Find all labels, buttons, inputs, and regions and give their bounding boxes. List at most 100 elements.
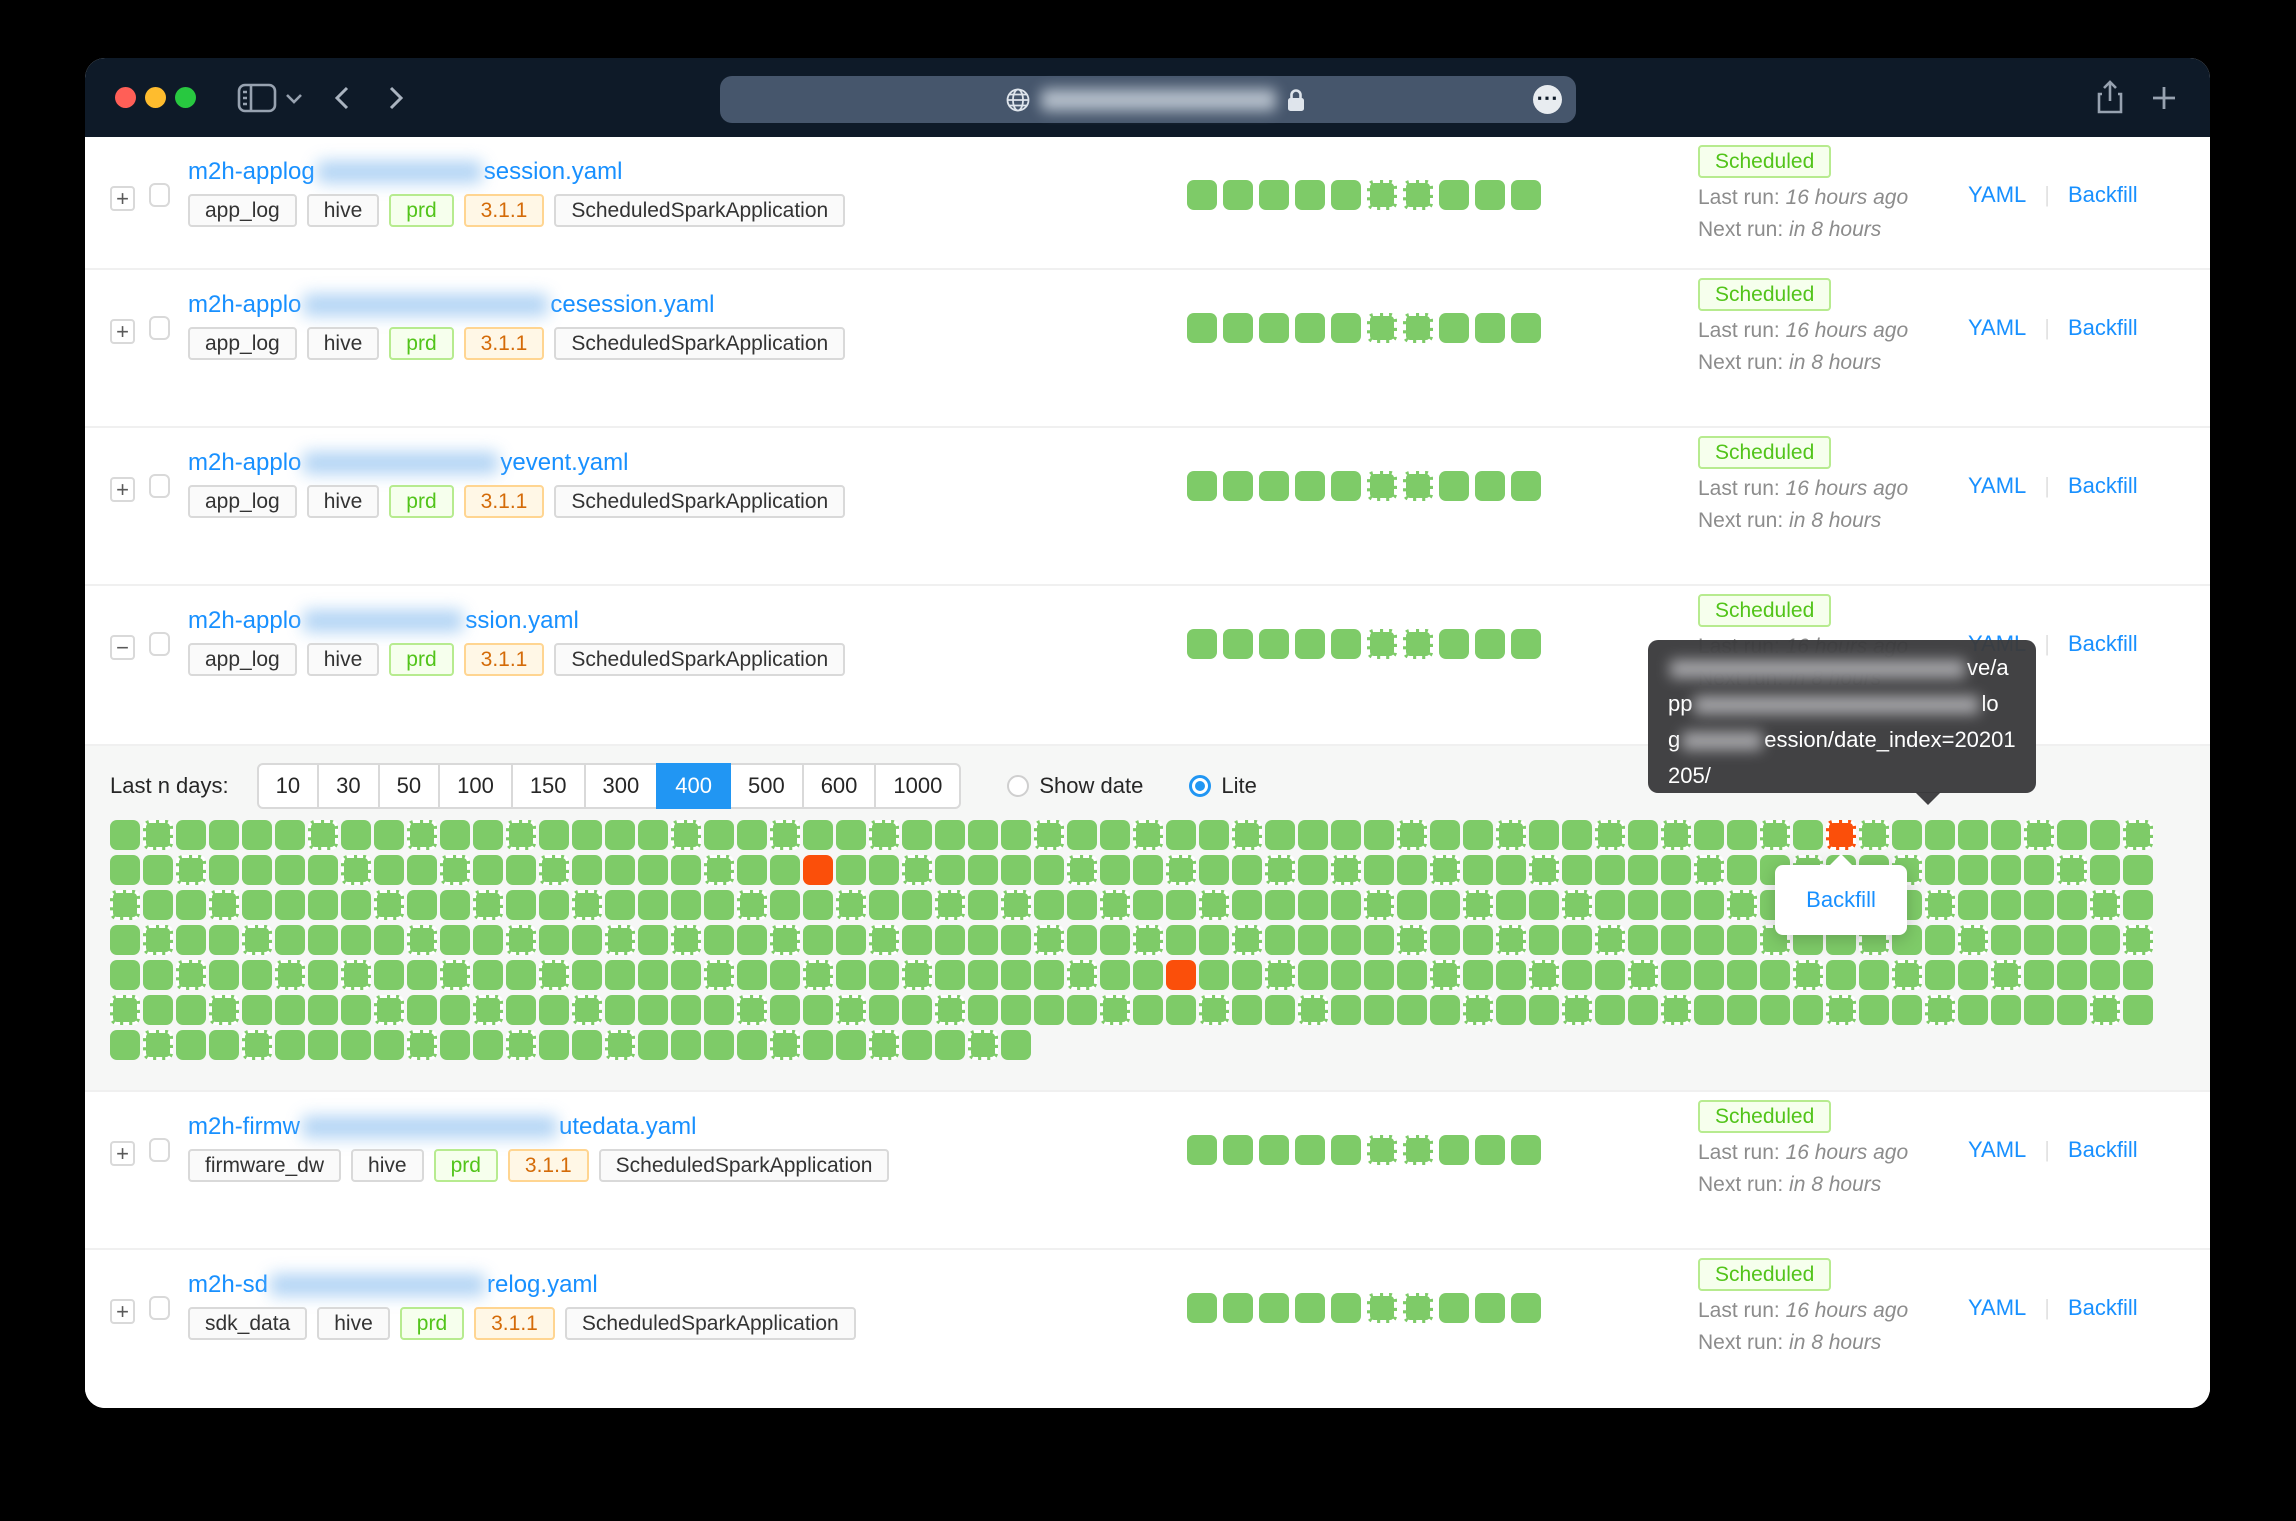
day-cell[interactable] xyxy=(209,820,239,850)
expand-toggle-button[interactable]: − xyxy=(110,635,135,660)
day-cell[interactable] xyxy=(1331,995,1361,1025)
day-cell[interactable] xyxy=(506,820,536,850)
day-cell[interactable] xyxy=(473,855,503,885)
radio-show-date[interactable]: Show date xyxy=(1007,773,1143,799)
day-cell[interactable] xyxy=(1661,995,1691,1025)
day-cell[interactable] xyxy=(1595,820,1625,850)
mini-day-cell[interactable] xyxy=(1439,471,1469,501)
mini-day-cell[interactable] xyxy=(1475,471,1505,501)
day-cell[interactable] xyxy=(539,960,569,990)
day-cell[interactable] xyxy=(209,995,239,1025)
mini-day-cell[interactable] xyxy=(1475,629,1505,659)
day-cell[interactable] xyxy=(1166,995,1196,1025)
day-cell[interactable] xyxy=(2090,995,2120,1025)
day-cell[interactable] xyxy=(1364,995,1394,1025)
day-cell[interactable] xyxy=(1859,995,1889,1025)
day-cell[interactable] xyxy=(803,1030,833,1060)
day-cell[interactable] xyxy=(1793,820,1823,850)
day-cell[interactable] xyxy=(1100,820,1130,850)
day-cell[interactable] xyxy=(1067,995,1097,1025)
day-cell[interactable] xyxy=(1925,890,1955,920)
day-cell[interactable] xyxy=(1199,925,1229,955)
day-cell[interactable] xyxy=(572,855,602,885)
yaml-link[interactable]: YAML xyxy=(1968,182,2026,208)
day-cell[interactable] xyxy=(1001,925,1031,955)
day-range-button-10[interactable]: 10 xyxy=(257,763,319,809)
day-cell[interactable] xyxy=(1133,820,1163,850)
new-tab-icon[interactable] xyxy=(2151,58,2177,137)
day-cell[interactable] xyxy=(1364,925,1394,955)
day-cell-failed[interactable] xyxy=(803,855,833,885)
day-cell[interactable] xyxy=(407,960,437,990)
day-cell[interactable] xyxy=(1694,960,1724,990)
day-cell[interactable] xyxy=(935,995,965,1025)
day-cell[interactable] xyxy=(869,820,899,850)
day-cell[interactable] xyxy=(1331,820,1361,850)
day-cell[interactable] xyxy=(110,890,140,920)
day-cell[interactable] xyxy=(1496,820,1526,850)
day-cell[interactable] xyxy=(2057,855,2087,885)
day-cell[interactable] xyxy=(110,960,140,990)
day-cell[interactable] xyxy=(605,855,635,885)
day-cell[interactable] xyxy=(770,820,800,850)
day-cell[interactable] xyxy=(275,925,305,955)
day-cell[interactable] xyxy=(374,820,404,850)
day-cell[interactable] xyxy=(1496,925,1526,955)
day-cell[interactable] xyxy=(407,855,437,885)
day-cell[interactable] xyxy=(1760,960,1790,990)
mini-day-cell[interactable] xyxy=(1295,180,1325,210)
day-cell[interactable] xyxy=(836,1030,866,1060)
day-cell[interactable] xyxy=(1463,855,1493,885)
day-cell[interactable] xyxy=(1760,820,1790,850)
day-cell[interactable] xyxy=(935,890,965,920)
expand-toggle-button[interactable]: + xyxy=(110,1299,135,1324)
expand-toggle-button[interactable]: + xyxy=(110,1141,135,1166)
day-cell[interactable] xyxy=(110,995,140,1025)
mini-day-cell[interactable] xyxy=(1223,1135,1253,1165)
day-cell[interactable] xyxy=(1430,925,1460,955)
day-cell[interactable] xyxy=(143,890,173,920)
day-cell[interactable] xyxy=(275,855,305,885)
day-cell[interactable] xyxy=(176,925,206,955)
day-cell[interactable] xyxy=(1463,820,1493,850)
day-cell[interactable] xyxy=(1991,995,2021,1025)
day-cell[interactable] xyxy=(803,995,833,1025)
day-cell[interactable] xyxy=(242,995,272,1025)
day-cell[interactable] xyxy=(902,855,932,885)
day-cell[interactable] xyxy=(209,890,239,920)
day-cell[interactable] xyxy=(1793,960,1823,990)
day-cell[interactable] xyxy=(2090,855,2120,885)
day-cell[interactable] xyxy=(869,995,899,1025)
day-cell[interactable] xyxy=(308,960,338,990)
day-cell[interactable] xyxy=(308,995,338,1025)
ellipsis-icon[interactable]: ⋯ xyxy=(1533,85,1562,114)
day-cell[interactable] xyxy=(2024,995,2054,1025)
day-cell[interactable] xyxy=(143,855,173,885)
row-checkbox[interactable] xyxy=(149,474,170,498)
row-checkbox[interactable] xyxy=(149,316,170,340)
day-cell[interactable] xyxy=(341,855,371,885)
day-cell[interactable] xyxy=(1958,890,1988,920)
day-cell[interactable] xyxy=(1034,855,1064,885)
mini-day-cell[interactable] xyxy=(1331,180,1361,210)
mini-day-cell[interactable] xyxy=(1511,1135,1541,1165)
day-cell[interactable] xyxy=(1100,925,1130,955)
day-cell[interactable] xyxy=(473,995,503,1025)
day-cell[interactable] xyxy=(1364,890,1394,920)
day-cell[interactable] xyxy=(1628,925,1658,955)
radio-icon[interactable] xyxy=(1007,775,1029,797)
day-cell[interactable] xyxy=(2123,890,2153,920)
mini-day-cell[interactable] xyxy=(1187,1293,1217,1323)
radio-icon[interactable] xyxy=(1189,775,1211,797)
day-cell[interactable] xyxy=(1661,925,1691,955)
row-checkbox[interactable] xyxy=(149,1296,170,1320)
yaml-file-link[interactable]: m2h-applo cesession.yaml xyxy=(188,290,714,320)
day-cell[interactable] xyxy=(1958,995,1988,1025)
day-cell[interactable] xyxy=(110,1030,140,1060)
day-cell[interactable] xyxy=(374,925,404,955)
day-cell[interactable] xyxy=(176,1030,206,1060)
day-cell[interactable] xyxy=(1496,890,1526,920)
day-cell[interactable] xyxy=(935,820,965,850)
day-cell[interactable] xyxy=(1265,890,1295,920)
day-cell[interactable] xyxy=(1760,995,1790,1025)
